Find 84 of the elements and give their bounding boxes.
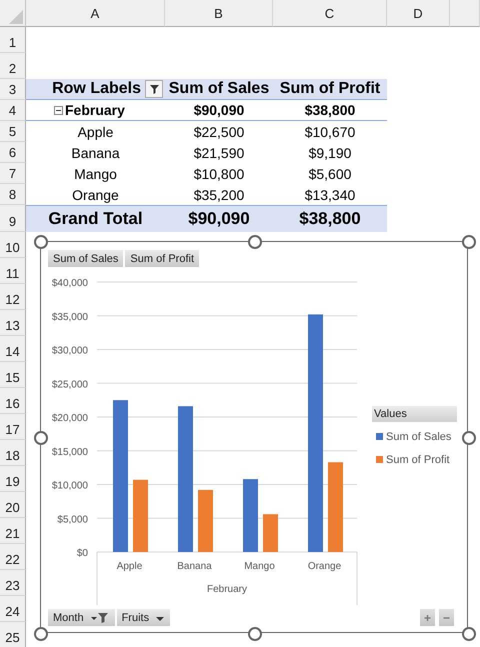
row-header[interactable]: 3 [0,79,26,100]
row-header[interactable]: 20 [0,492,26,518]
row-header[interactable]: 15 [0,362,26,388]
row-header[interactable]: 25 [0,622,26,647]
row-header[interactable]: 14 [0,336,26,362]
table-cell: Sum of Sales [165,79,273,100]
row-header[interactable]: 13 [0,310,26,336]
resize-handle[interactable] [34,627,48,641]
table-cell-text: $35,200 [192,186,246,204]
table-cell-text: Banana [70,144,121,162]
legend-title: Values [372,406,457,422]
resize-handle[interactable] [462,627,476,641]
column-header[interactable]: A [26,0,165,27]
table-cell-text: $21,590 [192,144,246,162]
axis-tick-label: $5,000 [57,514,88,526]
resize-handle[interactable] [462,431,476,445]
table-cell-text: $5,600 [308,164,352,184]
table-cell: $38,800 [273,205,387,232]
resize-handle[interactable] [34,431,48,445]
category-label: Mango [244,561,275,572]
field-button[interactable]: Month [48,609,115,626]
category-label: Orange [308,561,342,572]
axis-tick-label: $40,000 [52,278,88,289]
category-label: Apple [116,561,142,572]
row-header[interactable]: 24 [0,596,26,622]
collapse-toggle[interactable] [54,106,63,114]
row-header[interactable]: 22 [0,544,26,570]
row-header[interactable]: 19 [0,466,26,492]
column-header[interactable]: B [165,0,273,27]
row-header[interactable]: 18 [0,440,26,466]
row-header[interactable]: 12 [0,284,26,310]
row-header[interactable]: 21 [0,518,26,544]
table-cell-text: Mango [73,164,118,184]
axis-title: February [207,584,247,595]
chart-frame[interactable]: Sum of Sales Sum of Profit $0 $5,000 $10,000 $15,000 $20,000 $25,000 $30,000 $35,000 $40,000 Apple Banana Mango Orange February Values Sum of Sales Sum of Profit Month Fruits + − [40,241,468,633]
table-cell-text: $10,670 [304,122,356,142]
filter-button[interactable] [145,80,163,98]
resize-handle[interactable] [462,235,476,249]
table-cell: $38,800 [273,100,387,121]
axis-tick-label: $0 [76,548,88,559]
row-header[interactable]: 16 [0,388,26,414]
axis-tick-label: $15,000 [52,446,88,458]
column-header[interactable]: D [387,0,450,27]
table-cell-text: $22,500 [192,122,246,142]
legend-label: Sum of Profit [386,454,450,466]
row-header[interactable]: 7 [0,163,26,184]
filter-dropdown-icon [90,612,110,624]
row-header[interactable]: 5 [0,121,26,142]
row-header[interactable]: 9 [0,205,26,232]
axis-tick-label: $10,000 [52,480,88,492]
axis-tick-label: $35,000 [52,312,88,323]
category-label: Banana [177,561,212,572]
table-cell-text: Orange [71,186,120,205]
legend-label: Sum of Sales [386,430,452,442]
row-header[interactable]: 23 [0,570,26,596]
resize-handle[interactable] [248,627,262,641]
table-cell-text: $13,340 [304,186,356,204]
table-cell: Sum of Profit [273,79,387,100]
table-cell-text: $9,190 [308,144,352,162]
table-cell: Grand Total [26,205,165,232]
table-cell: Row Labels [52,80,141,98]
row-header[interactable]: 2 [0,53,26,79]
table-cell: $90,090 [165,100,273,121]
resize-handle[interactable] [34,235,48,249]
table-cell-text: Apple [76,122,114,142]
axis-tick-label: $20,000 [52,413,88,424]
row-header[interactable]: 4 [0,100,26,121]
axis-tick-label: $25,000 [52,379,88,390]
resize-handle[interactable] [248,235,262,249]
table-cell: February [65,102,125,118]
row-header[interactable]: 1 [0,27,26,53]
table-cell-text: $10,800 [192,164,246,184]
field-button[interactable]: Sum of Sales [48,250,124,267]
row-header[interactable]: 6 [0,142,26,163]
field-button[interactable]: Sum of Profit [125,250,199,267]
row-header[interactable]: 11 [0,258,26,284]
table-cell: $90,090 [165,205,273,232]
row-header[interactable]: 10 [0,232,26,258]
column-header[interactable]: C [273,0,387,27]
filter-icon [148,83,160,95]
row-header[interactable]: 17 [0,414,26,440]
axis-tick-label: $30,000 [52,346,88,356]
field-button[interactable]: Fruits [116,609,170,626]
row-header[interactable]: 8 [0,184,26,205]
